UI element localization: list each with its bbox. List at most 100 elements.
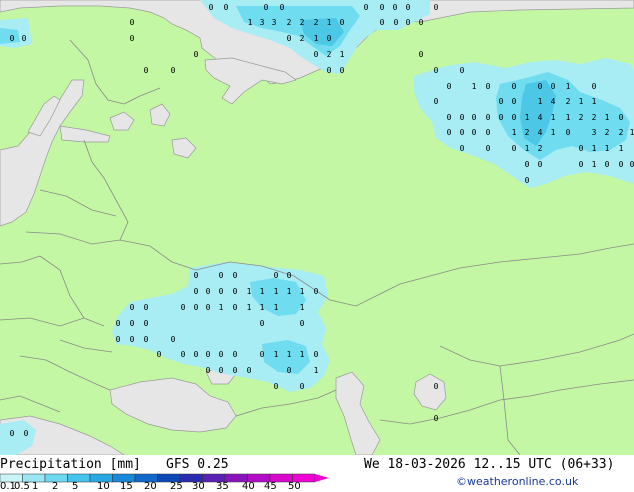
precip-value-label: 1 <box>605 144 610 153</box>
precip-value-label: 0 <box>525 176 530 185</box>
precip-value-label: 0 <box>233 287 238 296</box>
precipitation-map: 0 0 0 0 0 0 0 0 01 3 3 2 2 2 1 0 0 0 0 000 0 0 0 2 1 00 0 2 1 00 0 0 0 0 0… <box>0 0 634 455</box>
precip-value-label: 0 <box>171 335 176 344</box>
precip-value-label: 0 <box>274 382 279 391</box>
precip-value-label: 0 <box>130 303 135 312</box>
precip-value-label: 1 <box>260 303 265 312</box>
precip-value-label: 1 <box>630 128 634 137</box>
precip-value-label: 0 <box>144 303 149 312</box>
precip-value-label: 1 <box>538 97 543 106</box>
precip-value-label: 0 <box>287 34 292 43</box>
precip-value-label: 1 <box>274 303 279 312</box>
precip-value-label: 0 <box>364 3 369 12</box>
precip-value-label: 1 <box>472 82 477 91</box>
precip-value-label: 0 <box>486 128 491 137</box>
precip-value-label: 4 <box>551 97 556 106</box>
precip-value-label: 0 <box>144 66 149 75</box>
precip-value-label: 0 <box>233 271 238 280</box>
precip-value-label: 1 <box>247 287 252 296</box>
precip-value-label: 0 <box>434 3 439 12</box>
precip-value-label: 3 <box>272 18 277 27</box>
precip-value-label: 0 <box>486 82 491 91</box>
legend-tick-label: 30 <box>192 481 205 492</box>
precip-value-label: 0 <box>472 113 477 122</box>
precip-value-label: 0 <box>447 128 452 137</box>
precip-value-label: 0 <box>512 144 517 153</box>
precip-value-label: 0 <box>264 3 269 12</box>
precip-value-label: 0 <box>130 335 135 344</box>
precip-value-label: 1 <box>340 50 345 59</box>
precip-value-label: 0 <box>434 382 439 391</box>
precip-value-label: 1 <box>566 113 571 122</box>
precip-value-label: 0 <box>630 160 634 169</box>
precip-value-label: 0 <box>434 66 439 75</box>
precip-value-label: 0 <box>499 97 504 106</box>
precip-value-label: 0 <box>512 113 517 122</box>
precip-value-label: 0 <box>579 144 584 153</box>
credit: ©weatheronline.co.uk <box>456 475 579 488</box>
precip-value-label: 1 <box>314 34 319 43</box>
precip-value-label: 0 <box>340 18 345 27</box>
precip-value-label: 1 <box>619 144 624 153</box>
precip-value-label: 0 <box>10 429 15 438</box>
precip-value-label: 0 <box>551 82 556 91</box>
precip-value-label: 0 <box>472 128 477 137</box>
legend-tick-label: 0.5 <box>14 481 30 492</box>
precip-value-label: 0 <box>194 303 199 312</box>
precip-value-label: 0 <box>116 335 121 344</box>
precip-value-label: 1 <box>287 350 292 359</box>
precip-value-label: 4 <box>538 128 543 137</box>
legend-tick-label: 40 <box>242 481 255 492</box>
precip-value-label: 0 <box>233 366 238 375</box>
precip-value-label: 0 <box>460 144 465 153</box>
precip-value-label: 1 <box>247 303 252 312</box>
precip-value-label: 0 <box>233 303 238 312</box>
precip-value-label: 0 <box>434 414 439 423</box>
precip-value-label: 0 <box>579 160 584 169</box>
precip-value-label: 2 <box>314 18 319 27</box>
precip-value-label: 2 <box>538 144 543 153</box>
precip-value-label: 1 <box>300 303 305 312</box>
precip-value-label: 2 <box>525 128 530 137</box>
precip-value-label: 0 <box>340 66 345 75</box>
precip-value-label: 0 <box>434 97 439 106</box>
precip-value-label: 0 <box>274 271 279 280</box>
precip-value-label: 1 <box>551 113 556 122</box>
precip-value-label: 2 <box>300 18 305 27</box>
precip-value-label: 0 <box>171 66 176 75</box>
precip-value-label: 0 <box>380 3 385 12</box>
precip-value-label: 0 <box>219 271 224 280</box>
precip-value-label: 1 <box>314 366 319 375</box>
precip-value-label: 0 <box>247 366 252 375</box>
precip-value-label: 1 <box>579 97 584 106</box>
map-footer: Precipitation [mm] GFS 0.25 We 18-03-202… <box>0 455 634 492</box>
precip-value-label: 1 <box>592 144 597 153</box>
map-title: Precipitation [mm] <box>0 457 141 472</box>
precip-value-label: 0 <box>206 350 211 359</box>
precip-value-label: 2 <box>579 113 584 122</box>
precip-value-label: 0 <box>406 3 411 12</box>
precip-value-label: 0 <box>219 366 224 375</box>
legend-tick-label: 50 <box>288 481 301 492</box>
precip-value-label: 0 <box>287 366 292 375</box>
precip-value-label: 0 <box>260 319 265 328</box>
precip-value-label: 0 <box>144 335 149 344</box>
precip-value-label: 0 <box>538 82 543 91</box>
legend-tick-label: 1 <box>32 481 39 492</box>
precip-value-label: 0 <box>419 50 424 59</box>
precip-value-label: 0 <box>209 3 214 12</box>
precip-value-label: 0 <box>194 271 199 280</box>
precip-value-label: 0 <box>206 366 211 375</box>
precip-value-label: 0 <box>233 350 238 359</box>
precip-value-label: 1 <box>219 303 224 312</box>
precip-value-label: 0 <box>592 82 597 91</box>
precip-value-label: 0 <box>512 97 517 106</box>
precip-value-label: 1 <box>260 287 265 296</box>
precip-value-label: 0 <box>605 160 610 169</box>
precip-value-label: 3 <box>592 128 597 137</box>
precip-value-label: 0 <box>181 350 186 359</box>
model-name: GFS 0.25 <box>166 457 229 472</box>
precip-value-label: 0 <box>314 287 319 296</box>
precip-value-label: 0 <box>566 128 571 137</box>
precip-value-label: 0 <box>219 287 224 296</box>
